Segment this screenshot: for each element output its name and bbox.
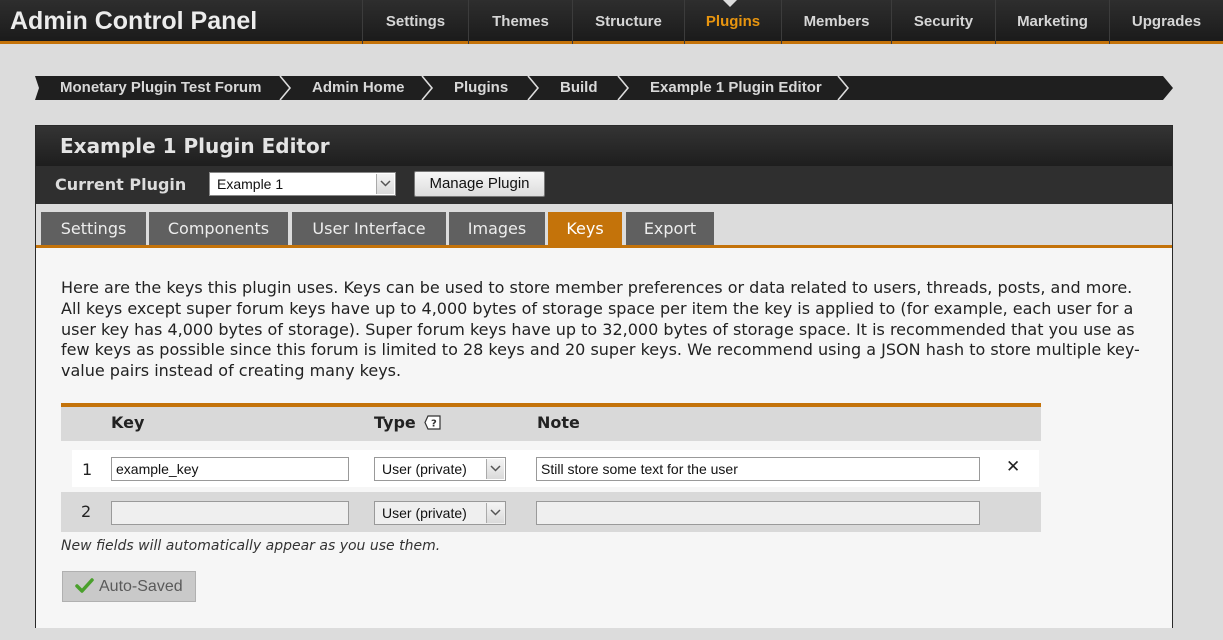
nav-upgrades[interactable]: Upgrades — [1109, 0, 1223, 44]
key-type-select[interactable]: User (private) — [374, 457, 506, 481]
row-number: 2 — [81, 502, 92, 521]
breadcrumb-separator-icon — [421, 76, 434, 100]
active-nav-pointer — [723, 0, 737, 7]
breadcrumb: Monetary Plugin Test Forum Admin Home Pl… — [35, 76, 1173, 100]
key-name-input[interactable] — [111, 501, 349, 525]
breadcrumb-separator-icon — [617, 76, 630, 100]
current-plugin-label: Current Plugin — [55, 175, 187, 194]
plugin-editor-panel: Example 1 Plugin Editor Current Plugin E… — [35, 125, 1173, 628]
tab-components[interactable]: Components — [149, 212, 288, 245]
table-row: 1 example_key User (private) Still store… — [72, 450, 1039, 487]
current-plugin-value: Example 1 — [217, 176, 284, 192]
svg-text:?: ? — [431, 419, 437, 430]
breadcrumb-separator-icon — [837, 76, 850, 100]
current-plugin-bar: Current Plugin Example 1 Manage Plugin — [36, 166, 1172, 204]
keys-description: Here are the keys this plugin uses. Keys… — [61, 278, 1140, 381]
breadcrumb-admin-home[interactable]: Admin Home — [312, 76, 405, 100]
chevron-down-icon[interactable] — [486, 459, 504, 479]
chevron-down-icon[interactable] — [486, 503, 504, 523]
new-fields-hint: New fields will automatically appear as … — [61, 538, 441, 554]
auto-saved-label: Auto-Saved — [99, 578, 183, 595]
help-icon[interactable]: ? — [424, 415, 441, 430]
current-plugin-select[interactable]: Example 1 — [209, 172, 396, 196]
header-note: Note — [537, 413, 580, 432]
key-note-input[interactable] — [536, 501, 980, 525]
nav-members[interactable]: Members — [781, 0, 891, 44]
key-note-input[interactable]: Still store some text for the user — [536, 457, 980, 481]
auto-saved-button[interactable]: Auto-Saved — [62, 571, 196, 602]
keys-content: Here are the keys this plugin uses. Keys… — [36, 248, 1172, 628]
row-number: 1 — [82, 460, 93, 479]
tab-settings[interactable]: Settings — [41, 212, 146, 245]
key-type-value: User (private) — [382, 461, 467, 477]
header-key: Key — [111, 413, 145, 432]
main-nav: Settings Themes Structure Plugins Member… — [362, 0, 1223, 44]
breadcrumb-forum[interactable]: Monetary Plugin Test Forum — [60, 76, 261, 100]
top-navigation-bar: Admin Control Panel Settings Themes Stru… — [0, 0, 1223, 44]
key-type-select[interactable]: User (private) — [374, 501, 506, 525]
tab-images[interactable]: Images — [449, 212, 545, 245]
breadcrumb-plugins[interactable]: Plugins — [454, 76, 508, 100]
key-name-input[interactable]: example_key — [111, 457, 349, 481]
table-row: 2 User (private) — [61, 492, 1041, 532]
keys-table-header: Key Type ? Note — [61, 403, 1041, 441]
breadcrumb-current[interactable]: Example 1 Plugin Editor — [650, 76, 822, 100]
manage-plugin-button[interactable]: Manage Plugin — [414, 171, 545, 197]
delete-key-icon[interactable]: ✕ — [1006, 457, 1020, 477]
nav-settings[interactable]: Settings — [362, 0, 468, 44]
key-type-value: User (private) — [382, 505, 467, 521]
breadcrumb-build[interactable]: Build — [560, 76, 598, 100]
tab-user-interface[interactable]: User Interface — [292, 212, 446, 245]
tab-keys[interactable]: Keys — [548, 212, 622, 245]
app-title: Admin Control Panel — [10, 7, 258, 35]
header-type-label: Type — [374, 413, 416, 432]
panel-header: Example 1 Plugin Editor — [36, 126, 1172, 166]
nav-security[interactable]: Security — [891, 0, 995, 44]
nav-themes[interactable]: Themes — [468, 0, 572, 44]
nav-structure[interactable]: Structure — [572, 0, 684, 44]
check-icon — [75, 578, 94, 593]
chevron-down-icon[interactable] — [376, 174, 394, 194]
header-type: Type ? — [374, 413, 441, 432]
nav-marketing[interactable]: Marketing — [995, 0, 1109, 44]
page-title: Example 1 Plugin Editor — [60, 134, 330, 158]
breadcrumb-separator-icon — [279, 76, 292, 100]
tab-export[interactable]: Export — [626, 212, 714, 245]
editor-tabs: Settings Components User Interface Image… — [36, 204, 1172, 248]
breadcrumb-separator-icon — [527, 76, 540, 100]
